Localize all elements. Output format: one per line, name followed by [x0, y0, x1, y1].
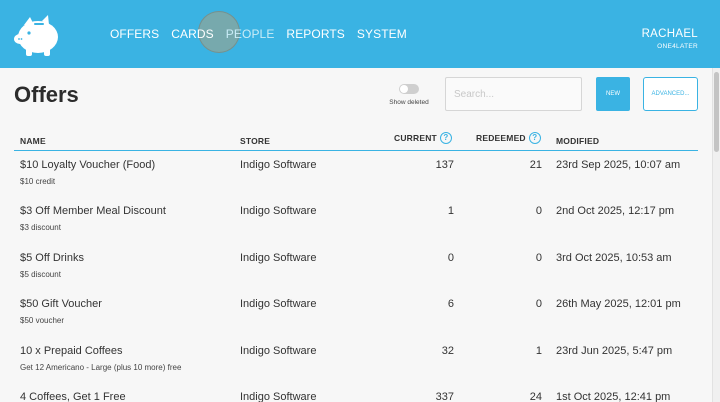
- advanced-button[interactable]: ADVANCED...: [643, 77, 698, 111]
- offer-modified: 3rd Oct 2025, 10:53 am: [556, 252, 672, 264]
- user-name: RACHAEL: [641, 28, 698, 40]
- offer-current: 1: [447, 205, 454, 217]
- table-row[interactable]: 4 Coffees, Get 1 Free Indigo Software 33…: [14, 391, 698, 402]
- toggle-knob: [400, 85, 408, 93]
- header-current[interactable]: CURRENT: [394, 133, 437, 143]
- offer-store: Indigo Software: [240, 298, 317, 310]
- nav-item-system[interactable]: SYSTEM: [357, 27, 407, 41]
- show-deleted-toggle[interactable]: [399, 84, 419, 94]
- show-deleted-label: Show deleted: [389, 99, 429, 106]
- header-store[interactable]: STORE: [240, 136, 270, 146]
- top-bar: OFFERS CARDS PEOPLE REPORTS SYSTEM RACHA…: [0, 0, 720, 68]
- offer-name: $5 Off Drinks: [20, 252, 84, 264]
- offer-redeemed: 1: [535, 345, 542, 357]
- header-modified[interactable]: MODIFIED: [556, 136, 599, 146]
- search-input[interactable]: [445, 77, 582, 111]
- offer-current: 32: [441, 345, 454, 357]
- header-current-group: CURRENT?: [394, 131, 452, 144]
- table-row[interactable]: $10 Loyalty Voucher (Food) $10 credit In…: [14, 159, 698, 205]
- offer-description: $5 discount: [20, 270, 61, 279]
- offer-modified: 26th May 2025, 12:01 pm: [556, 298, 681, 310]
- offer-current: 137: [435, 159, 454, 171]
- offer-redeemed: 24: [529, 391, 542, 402]
- piggy-bank-logo-icon[interactable]: [12, 9, 62, 59]
- offer-description: $50 voucher: [20, 316, 65, 325]
- offer-modified: 2nd Oct 2025, 12:17 pm: [556, 205, 675, 217]
- scrollbar-thumb[interactable]: [714, 72, 719, 152]
- main-nav: OFFERS CARDS PEOPLE REPORTS SYSTEM: [104, 27, 413, 41]
- header-redeemed[interactable]: REDEEMED: [476, 133, 526, 143]
- new-button[interactable]: NEW: [596, 77, 630, 111]
- nav-item-offers[interactable]: OFFERS: [110, 27, 159, 41]
- page-title: Offers: [14, 82, 79, 107]
- redeemed-help-icon[interactable]: ?: [528, 131, 541, 144]
- offer-name: $3 Off Member Meal Discount: [20, 205, 166, 217]
- offer-redeemed: 0: [535, 252, 542, 264]
- offer-modified: 23rd Jun 2025, 5:47 pm: [556, 345, 673, 357]
- offer-redeemed: 0: [535, 298, 542, 310]
- offer-description: Get 12 Americano - Large (plus 10 more) …: [20, 363, 182, 372]
- offer-store: Indigo Software: [240, 345, 317, 357]
- header-name[interactable]: NAME: [20, 136, 46, 146]
- table-header: NAME STORE CURRENT? REDEEMED? MODIFIED: [14, 131, 698, 151]
- current-help-icon[interactable]: ?: [439, 131, 452, 144]
- nav-item-people[interactable]: PEOPLE: [226, 27, 275, 41]
- offer-current: 337: [435, 391, 454, 402]
- offer-store: Indigo Software: [240, 205, 317, 217]
- offer-name: $50 Gift Voucher: [20, 298, 102, 310]
- offer-description: $3 discount: [20, 223, 61, 232]
- offer-store: Indigo Software: [240, 159, 317, 171]
- table-row[interactable]: 10 x Prepaid Coffees Get 12 Americano - …: [14, 345, 698, 391]
- offer-name: 4 Coffees, Get 1 Free: [20, 391, 126, 402]
- offer-current: 0: [447, 252, 454, 264]
- user-menu[interactable]: RACHAEL ONE4LATER: [642, 28, 698, 50]
- offer-redeemed: 0: [535, 205, 542, 217]
- offer-redeemed: 21: [529, 159, 542, 171]
- table-row[interactable]: $5 Off Drinks $5 discount Indigo Softwar…: [14, 252, 698, 298]
- offer-store: Indigo Software: [240, 252, 317, 264]
- offer-modified: 23rd Sep 2025, 10:07 am: [556, 159, 681, 171]
- offer-name: $10 Loyalty Voucher (Food): [20, 159, 156, 171]
- user-organisation: ONE4LATER: [657, 43, 698, 50]
- nav-item-cards[interactable]: CARDS: [171, 27, 214, 41]
- offer-name: 10 x Prepaid Coffees: [20, 345, 123, 357]
- nav-item-reports[interactable]: REPORTS: [286, 27, 345, 41]
- offer-store: Indigo Software: [240, 391, 317, 402]
- table-row[interactable]: $3 Off Member Meal Discount $3 discount …: [14, 205, 698, 251]
- header-redeemed-group: REDEEMED?: [476, 131, 541, 144]
- offer-modified: 1st Oct 2025, 12:41 pm: [556, 391, 671, 402]
- offer-current: 6: [447, 298, 454, 310]
- table-row[interactable]: $50 Gift Voucher $50 voucher Indigo Soft…: [14, 298, 698, 344]
- offer-description: $10 credit: [20, 177, 56, 186]
- show-deleted-control: Show deleted: [386, 84, 432, 106]
